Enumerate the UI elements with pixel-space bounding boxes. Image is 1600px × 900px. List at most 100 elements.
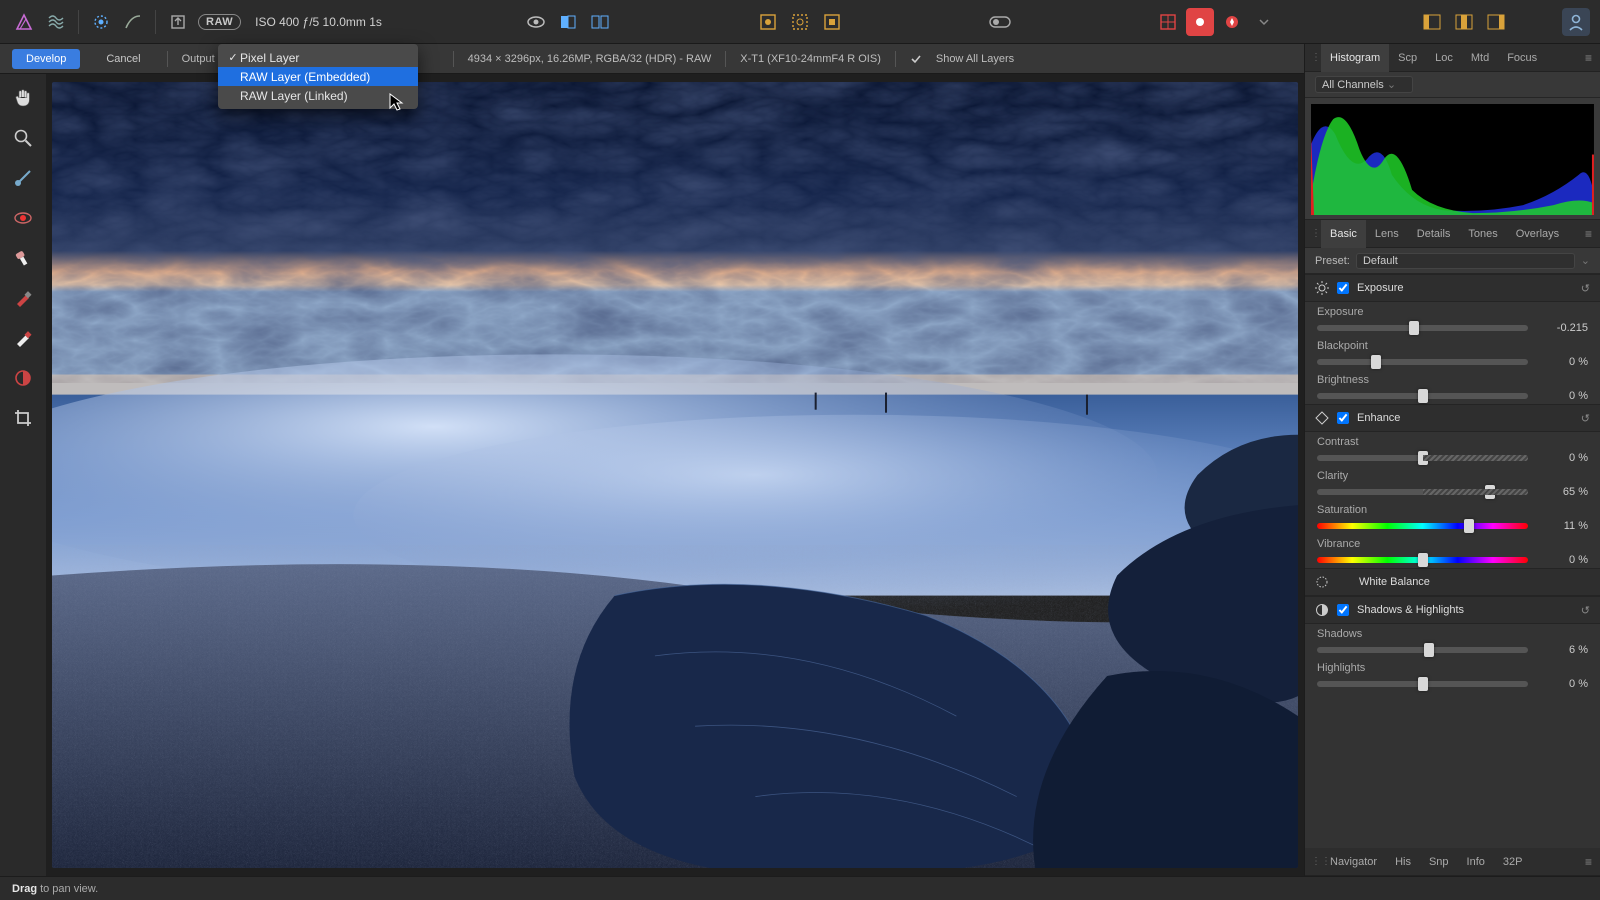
sh-enable-checkbox[interactable] bbox=[1337, 604, 1349, 616]
contrast-label: Contrast bbox=[1317, 436, 1588, 448]
persona-photo-icon[interactable] bbox=[10, 8, 38, 36]
hand-tool-icon[interactable] bbox=[9, 84, 37, 112]
reset-icon[interactable]: ↺ bbox=[1581, 412, 1590, 425]
drag-handle-icon[interactable]: ⋮⋮ bbox=[1311, 228, 1321, 239]
section-exposure[interactable]: Exposure ↺ bbox=[1305, 274, 1600, 302]
preset-menu-icon[interactable]: ⌄ bbox=[1581, 254, 1590, 267]
check-icon bbox=[910, 53, 922, 65]
sync-icon[interactable] bbox=[986, 8, 1014, 36]
exposure-value[interactable]: -0.215 bbox=[1536, 322, 1588, 334]
histogram: ▲ bbox=[1305, 98, 1600, 220]
output-option-embedded[interactable]: RAW Layer (Embedded) bbox=[218, 67, 418, 86]
saturation-value[interactable]: 11 % bbox=[1536, 520, 1588, 532]
section-white-balance[interactable]: White Balance bbox=[1305, 568, 1600, 596]
exif-info: ISO 400 ƒ/5 10.0mm 1s bbox=[255, 15, 382, 29]
clip-shadows-icon[interactable] bbox=[754, 8, 782, 36]
eye-icon[interactable] bbox=[522, 8, 550, 36]
canvas[interactable] bbox=[46, 74, 1304, 876]
panel-right-icon[interactable] bbox=[1482, 8, 1510, 36]
exposure-slider[interactable] bbox=[1317, 325, 1528, 331]
crop-tool-icon[interactable] bbox=[9, 404, 37, 432]
persona-tone-icon[interactable] bbox=[119, 8, 147, 36]
white-balance-tool-icon[interactable] bbox=[9, 164, 37, 192]
tab-history[interactable]: His bbox=[1386, 848, 1420, 876]
vibrance-slider[interactable] bbox=[1317, 557, 1528, 563]
section-shadows-highlights[interactable]: Shadows & Highlights ↺ bbox=[1305, 596, 1600, 624]
tab-scope[interactable]: Scp bbox=[1389, 44, 1426, 72]
blackpoint-value[interactable]: 0 % bbox=[1536, 356, 1588, 368]
blackpoint-label: Blackpoint bbox=[1317, 340, 1588, 352]
tab-overlays[interactable]: Overlays bbox=[1507, 220, 1568, 248]
clip-tones-icon[interactable] bbox=[818, 8, 846, 36]
tab-histogram[interactable]: Histogram bbox=[1321, 44, 1389, 72]
tab-basic[interactable]: Basic bbox=[1321, 220, 1366, 248]
contrast-icon bbox=[1315, 603, 1329, 617]
reset-icon[interactable]: ↺ bbox=[1581, 604, 1590, 617]
persona-export-icon[interactable] bbox=[164, 8, 192, 36]
exposure-label: Exposure bbox=[1317, 306, 1588, 318]
dropdown-icon[interactable] bbox=[1250, 8, 1278, 36]
cancel-button[interactable]: Cancel bbox=[94, 49, 152, 69]
overlay-erase-tool-icon[interactable] bbox=[9, 324, 37, 352]
tab-info[interactable]: Info bbox=[1458, 848, 1494, 876]
section-enhance[interactable]: Enhance ↺ bbox=[1305, 404, 1600, 432]
blemish-tool-icon[interactable] bbox=[9, 244, 37, 272]
highlights-value[interactable]: 0 % bbox=[1536, 678, 1588, 690]
tab-metadata[interactable]: Mtd bbox=[1462, 44, 1498, 72]
saturation-label: Saturation bbox=[1317, 504, 1588, 516]
assist-icon[interactable] bbox=[1218, 8, 1246, 36]
tab-focus[interactable]: Focus bbox=[1498, 44, 1546, 72]
panel-menu-icon[interactable]: ≡ bbox=[1577, 227, 1600, 241]
highlights-slider[interactable] bbox=[1317, 681, 1528, 687]
tab-location[interactable]: Loc bbox=[1426, 44, 1462, 72]
exposure-enable-checkbox[interactable] bbox=[1337, 282, 1349, 294]
clip-highlights-icon[interactable] bbox=[786, 8, 814, 36]
shadows-slider[interactable] bbox=[1317, 647, 1528, 653]
saturation-slider[interactable] bbox=[1317, 523, 1528, 529]
output-option-linked[interactable]: RAW Layer (Linked) bbox=[218, 86, 418, 105]
brightness-value[interactable]: 0 % bbox=[1536, 390, 1588, 402]
overlay-gradient-tool-icon[interactable] bbox=[9, 364, 37, 392]
tab-navigator[interactable]: Navigator bbox=[1321, 848, 1386, 876]
account-icon[interactable] bbox=[1562, 8, 1590, 36]
enhance-enable-checkbox[interactable] bbox=[1337, 412, 1349, 424]
red-eye-tool-icon[interactable] bbox=[9, 204, 37, 232]
clarity-slider[interactable] bbox=[1317, 489, 1528, 495]
tab-32bit-preview[interactable]: 32P bbox=[1494, 848, 1532, 876]
panel-center-icon[interactable] bbox=[1450, 8, 1478, 36]
tab-details[interactable]: Details bbox=[1408, 220, 1460, 248]
shadows-value[interactable]: 6 % bbox=[1536, 644, 1588, 656]
top-toolbar: RAW ISO 400 ƒ/5 10.0mm 1s bbox=[0, 0, 1600, 44]
persona-liquify-icon[interactable] bbox=[42, 8, 70, 36]
vibrance-label: Vibrance bbox=[1317, 538, 1588, 550]
blackpoint-slider[interactable] bbox=[1317, 359, 1528, 365]
drag-handle-icon[interactable]: ⋮⋮ bbox=[1311, 856, 1321, 867]
panel-left-icon[interactable] bbox=[1418, 8, 1446, 36]
reset-icon[interactable]: ↺ bbox=[1581, 282, 1590, 295]
show-all-layers-label[interactable]: Show All Layers bbox=[936, 53, 1014, 65]
output-option-pixel[interactable]: ✓Pixel Layer bbox=[218, 48, 418, 67]
zoom-tool-icon[interactable] bbox=[9, 124, 37, 152]
clarity-value[interactable]: 65 % bbox=[1536, 486, 1588, 498]
brightness-slider[interactable] bbox=[1317, 393, 1528, 399]
vibrance-value[interactable]: 0 % bbox=[1536, 554, 1588, 566]
panel-menu-icon[interactable]: ≡ bbox=[1577, 855, 1600, 869]
overlay-paint-tool-icon[interactable] bbox=[9, 284, 37, 312]
status-bar: Drag to pan view. bbox=[0, 876, 1600, 900]
contrast-slider[interactable] bbox=[1317, 455, 1528, 461]
channel-select[interactable]: All Channels ⌄ bbox=[1315, 76, 1413, 93]
split-compare-icon[interactable] bbox=[554, 8, 582, 36]
record-icon[interactable] bbox=[1186, 8, 1214, 36]
mirror-compare-icon[interactable] bbox=[586, 8, 614, 36]
tab-lens[interactable]: Lens bbox=[1366, 220, 1408, 248]
snap-icon[interactable] bbox=[1154, 8, 1182, 36]
preset-select[interactable]: Default bbox=[1356, 253, 1575, 269]
panel-menu-icon[interactable]: ≡ bbox=[1577, 51, 1600, 65]
persona-develop-icon[interactable] bbox=[87, 8, 115, 36]
tab-tones[interactable]: Tones bbox=[1459, 220, 1506, 248]
tab-snapshots[interactable]: Snp bbox=[1420, 848, 1458, 876]
develop-button[interactable]: Develop bbox=[12, 49, 80, 69]
contrast-value[interactable]: 0 % bbox=[1536, 452, 1588, 464]
output-dropdown[interactable]: ✓Pixel Layer RAW Layer (Embedded) RAW La… bbox=[218, 44, 418, 109]
drag-handle-icon[interactable]: ⋮⋮ bbox=[1311, 52, 1321, 63]
